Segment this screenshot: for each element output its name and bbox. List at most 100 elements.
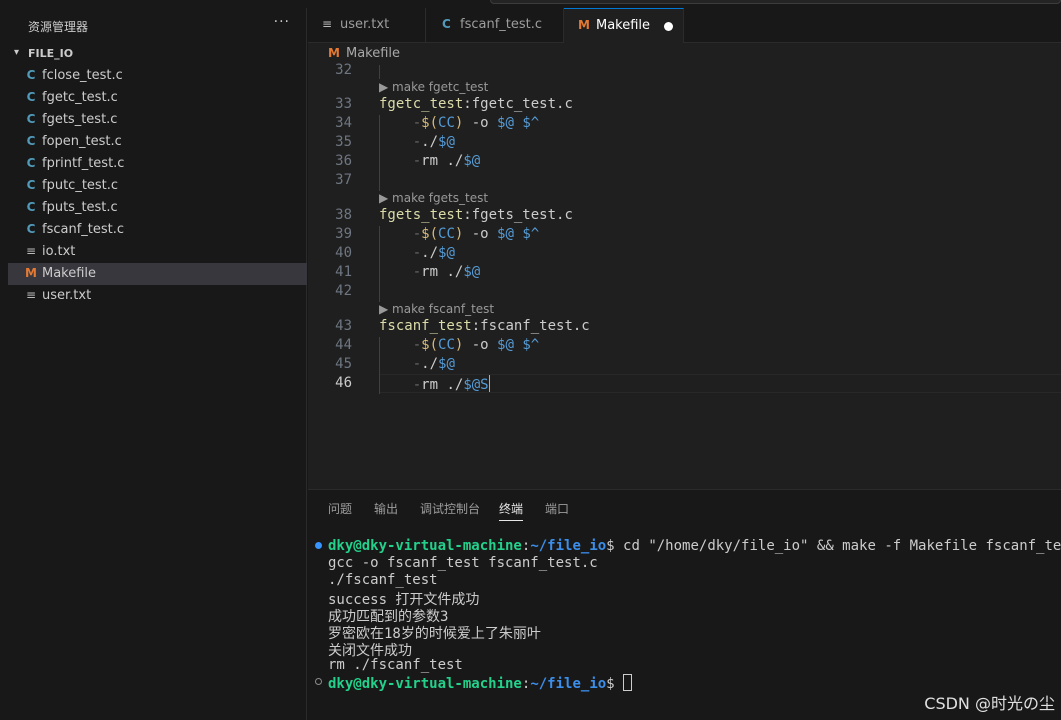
code-line: -./$@ xyxy=(379,134,455,150)
auto-var: $^ xyxy=(522,115,540,131)
var-name: CC xyxy=(438,337,455,353)
breadcrumb[interactable]: M Makefile xyxy=(308,43,1061,65)
file-item[interactable]: Cfgets_test.c xyxy=(8,109,307,131)
code-line: -$(CC) -o $@ $^ xyxy=(379,226,539,242)
tab-marker: - xyxy=(412,134,422,150)
colon: : xyxy=(463,207,472,223)
make-target: fgets_test xyxy=(379,207,464,223)
makefile-icon: M xyxy=(328,46,340,60)
auto-var: $@ xyxy=(463,153,481,169)
panel-tab-debug-console[interactable]: 调试控制台 xyxy=(420,500,480,517)
c-file-icon: C xyxy=(442,17,451,31)
panel-tab-ports[interactable]: 端口 xyxy=(545,500,569,517)
terminal-command-line: dky@dky-virtual-machine:~/file_io$ cd "/… xyxy=(328,538,1061,555)
code-line: fscanf_test:fscanf_test.c xyxy=(379,318,590,334)
codelens-run-target[interactable]: ▶ make fgets_test xyxy=(379,191,488,205)
line-number: 39 xyxy=(335,226,352,242)
var-name: CC xyxy=(438,226,455,242)
command-pending-dot-icon[interactable] xyxy=(315,678,322,685)
path: ./ xyxy=(421,356,439,372)
command-center[interactable] xyxy=(490,0,1061,4)
tab-marker: - xyxy=(412,356,422,372)
code-line: -$(CC) -o $@ $^ xyxy=(379,115,539,131)
file-item[interactable]: Cfgetc_test.c xyxy=(8,87,307,109)
file-name: fgets_test.c xyxy=(42,112,118,127)
line-number: 34 xyxy=(335,115,352,131)
text-file-icon: ≡ xyxy=(25,288,37,302)
rm-command: rm ./ xyxy=(421,264,464,280)
text-file-icon: ≡ xyxy=(25,244,37,258)
auto-var: $^ xyxy=(522,337,540,353)
command-success-dot-icon[interactable] xyxy=(315,542,322,549)
folder-header[interactable]: ▾ FILE_IO xyxy=(8,44,307,64)
tab-user-txt[interactable]: ≡ user.txt xyxy=(308,8,426,43)
line-number: 33 xyxy=(335,96,352,112)
tab-fscanf-test-c[interactable]: C fscanf_test.c xyxy=(428,8,564,43)
file-item[interactable]: Cfscanf_test.c xyxy=(8,219,307,241)
explorer-sidebar: 资源管理器 ··· ▾ FILE_IO Cfclose_test.c Cfgetc… xyxy=(8,8,307,720)
var-paren: ( xyxy=(429,337,439,353)
colon: : xyxy=(471,318,481,334)
terminal-prompt-line: dky@dky-virtual-machine:~/file_io$ xyxy=(328,674,633,692)
var-dollar: $ xyxy=(421,226,430,242)
tab-makefile[interactable]: M Makefile xyxy=(564,8,684,43)
file-item[interactable]: Cfclose_test.c xyxy=(8,65,307,87)
c-file-icon: C xyxy=(26,156,36,170)
file-item[interactable]: Cfopen_test.c xyxy=(8,131,307,153)
code-line: fgets_test:fgets_test.c xyxy=(379,207,573,223)
folder-name: FILE_IO xyxy=(28,47,74,60)
codelens-run-target[interactable]: ▶ make fscanf_test xyxy=(379,302,494,316)
file-item[interactable]: ≡ user.txt xyxy=(8,285,307,307)
more-actions-icon[interactable]: ··· xyxy=(274,14,290,30)
terminal-command: cd "/home/dky/file_io" && make -f Makefi… xyxy=(614,538,1061,554)
panel-tab-output[interactable]: 输出 xyxy=(374,500,398,517)
auto-var: $@ xyxy=(497,337,514,353)
file-item[interactable]: Cfputc_test.c xyxy=(8,175,307,197)
auto-var: $@ xyxy=(438,245,455,261)
code-line: -rm ./$@ xyxy=(379,264,480,280)
text-file-icon: ≡ xyxy=(322,17,333,31)
line-number: 43 xyxy=(335,318,352,334)
flag: -o xyxy=(463,115,498,131)
file-item[interactable]: Cfprintf_test.c xyxy=(8,153,307,175)
file-name: user.txt xyxy=(42,288,92,303)
var-name: CC xyxy=(438,115,455,131)
breadcrumb-file[interactable]: Makefile xyxy=(346,46,400,61)
title-bar-strip xyxy=(0,0,1061,8)
terminal-output-line: gcc -o fscanf_test fscanf_test.c xyxy=(328,555,598,571)
code-editor[interactable]: 32 33 34 35 36 37 38 39 40 41 42 43 44 4… xyxy=(308,62,1061,489)
auto-var: $@ xyxy=(497,226,514,242)
code-line: -./$@ xyxy=(379,245,455,261)
prompt-dollar: $ xyxy=(606,538,615,554)
c-file-icon: C xyxy=(26,134,36,148)
path: ./ xyxy=(421,245,439,261)
tab-marker: - xyxy=(412,377,422,393)
makefile-icon: M xyxy=(25,266,37,280)
auto-var: $^ xyxy=(522,226,540,242)
terminal-output-line: 关闭文件成功 xyxy=(328,643,412,659)
make-target: fgetc_test xyxy=(379,96,464,112)
unsaved-dot-icon[interactable] xyxy=(664,22,673,31)
panel-tab-terminal[interactable]: 终端 xyxy=(499,500,524,521)
file-item[interactable]: ≡ io.txt xyxy=(8,241,307,263)
c-file-icon: C xyxy=(26,222,36,236)
prompt-dollar: $ xyxy=(606,676,615,692)
c-file-icon: C xyxy=(26,178,36,192)
chevron-down-icon: ▾ xyxy=(14,47,20,58)
prompt-path: ~/file_io xyxy=(530,676,607,692)
terminal-output-line: success 打开文件成功 xyxy=(328,592,480,608)
auto-var: $@ xyxy=(463,264,481,280)
sidebar-title: 资源管理器 xyxy=(28,20,89,34)
codelens-run-target[interactable]: ▶ make fgetc_test xyxy=(379,80,488,94)
file-item[interactable]: Cfputs_test.c xyxy=(8,197,307,219)
var-paren: ( xyxy=(429,115,439,131)
file-name: fopen_test.c xyxy=(42,134,122,149)
file-item[interactable]: M Makefile xyxy=(8,263,307,285)
text-cursor xyxy=(488,375,490,392)
code-line: -rm ./$@ xyxy=(379,153,480,169)
line-number: 41 xyxy=(335,264,352,280)
terminal-output-line: 罗密欧在18岁的时候爱上了朱丽叶 xyxy=(328,626,541,642)
line-number: 38 xyxy=(335,207,352,223)
panel-tab-problems[interactable]: 问题 xyxy=(328,500,352,517)
line-number: 37 xyxy=(335,172,352,188)
